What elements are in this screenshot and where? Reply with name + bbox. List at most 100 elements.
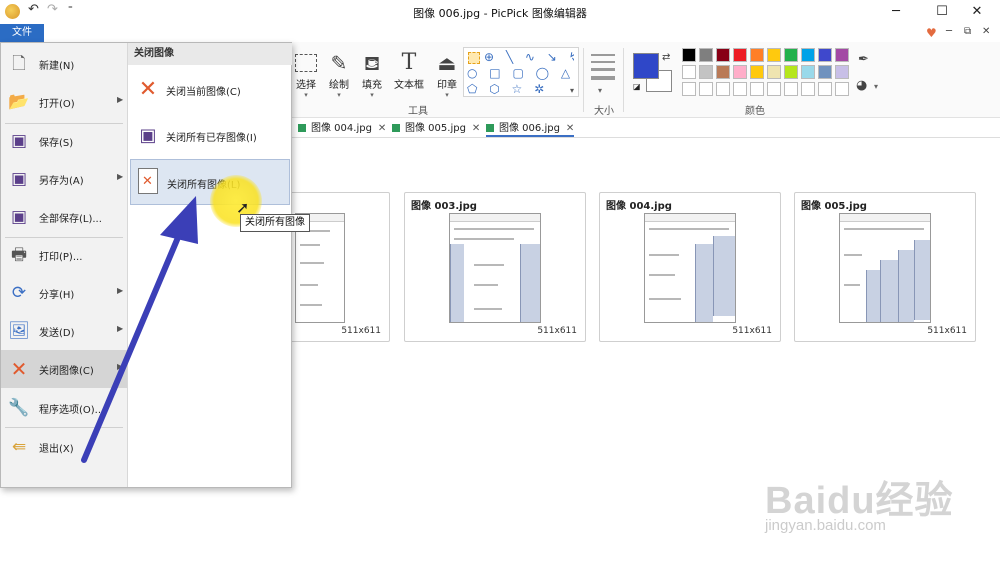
palette-swatch[interactable] <box>699 65 713 79</box>
minimize-doc-icon[interactable]: ─ <box>946 26 952 37</box>
palette-swatch[interactable] <box>801 48 815 62</box>
palette-swatch[interactable] <box>801 65 815 79</box>
menu-item-close-image[interactable]: ✕ 关闭图像(C) ▶ <box>1 350 127 388</box>
palette-swatch[interactable] <box>767 48 781 62</box>
tab-image-006[interactable]: 图像 006.jpg ✕ <box>486 121 575 137</box>
image-tab-icon <box>298 124 306 132</box>
palette-swatch[interactable] <box>835 65 849 79</box>
thumbnail-card[interactable]: 图像 004.jpg 511x611 <box>599 192 781 342</box>
fill-tool-button[interactable]: ⛾ 填充 ▾ <box>353 50 391 99</box>
chevron-down-icon[interactable]: ▾ <box>874 82 878 91</box>
file-menu-tab[interactable]: 文件 <box>0 24 44 42</box>
thumbnail-size: 511x611 <box>537 326 577 336</box>
colors-group-label: 颜色 <box>745 106 765 117</box>
color-wheel-icon[interactable]: ◕ <box>856 78 867 93</box>
menu-item-label: 保存(S) <box>39 138 74 149</box>
palette-swatch[interactable] <box>835 48 849 62</box>
menu-item-open[interactable]: 📂 打开(O) ▶ <box>1 83 127 121</box>
stamp-tool-button[interactable]: ⏏ 印章 ▾ <box>428 50 466 99</box>
menu-item-save-as[interactable]: ▣ 另存为(A) ▶ <box>1 160 127 198</box>
menu-item-save-all[interactable]: ▣ 全部保存(L)... <box>1 198 127 236</box>
primary-color-swatch[interactable] <box>633 53 659 79</box>
palette-swatch[interactable] <box>767 82 781 96</box>
thumbnail-size: 511x611 <box>927 326 967 336</box>
submenu-arrow-icon: ▶ <box>117 324 124 333</box>
menu-item-label: 打印(P)... <box>39 252 83 263</box>
shapes-row-1[interactable]: ⊕ ╲ ∿ ↘ ↯ <box>484 50 574 66</box>
chevron-down-icon[interactable]: ▾ <box>598 86 602 95</box>
swap-colors-icon[interactable]: ⇄ <box>662 52 670 63</box>
palette-swatch[interactable] <box>716 48 730 62</box>
submenu-item-label: 关闭当前图像(C) <box>166 87 241 98</box>
tab-close-icon[interactable]: ✕ <box>378 123 386 134</box>
submenu-item-label: 关闭所有已存图像(I) <box>166 133 257 144</box>
palette-swatch[interactable] <box>682 82 696 96</box>
thumbnail-card[interactable]: 图像 005.jpg 511x611 <box>794 192 976 342</box>
thumbnail-preview <box>644 213 736 323</box>
menu-item-save[interactable]: ▣ 保存(S) <box>1 122 127 160</box>
palette-swatch[interactable] <box>699 82 713 96</box>
palette-swatch[interactable] <box>784 82 798 96</box>
palette-swatch[interactable] <box>733 48 747 62</box>
rect-select-shape-icon[interactable] <box>468 52 480 64</box>
palette-swatch[interactable] <box>699 48 713 62</box>
tab-close-icon[interactable]: ✕ <box>472 123 480 134</box>
restore-doc-icon[interactable]: ⧉ <box>964 26 971 37</box>
submenu-arrow-icon: ▶ <box>117 286 124 295</box>
shape-gallery[interactable]: ⊕ ╲ ∿ ↘ ↯ ○ □ ▢ ◯ △ ◇ ⬠ ⬡ ☆ ✲ <box>463 47 579 97</box>
textbox-tool-button[interactable]: T 文本框 <box>390 50 428 91</box>
heart-icon[interactable]: ♥ <box>926 26 937 40</box>
thumbnail-card[interactable]: 图像 003.jpg 511x611 <box>404 192 586 342</box>
menu-item-share[interactable]: ⟳ 分享(H) ▶ <box>1 274 127 312</box>
textbox-tool-label: 文本框 <box>394 80 424 91</box>
palette-swatch[interactable] <box>750 82 764 96</box>
palette-swatch[interactable] <box>750 65 764 79</box>
palette-swatch[interactable] <box>716 82 730 96</box>
size-group-label: 大小 <box>594 106 614 117</box>
stamp-tool-label: 印章 <box>437 80 457 91</box>
palette-swatch[interactable] <box>733 82 747 96</box>
menu-item-print[interactable]: 🖶 打印(P)... <box>1 236 127 274</box>
palette-swatch[interactable] <box>682 48 696 62</box>
palette-swatch[interactable] <box>818 65 832 79</box>
palette-swatch[interactable] <box>733 65 747 79</box>
menu-item-options[interactable]: 🔧 程序选项(O)... <box>1 389 127 427</box>
tab-image-005[interactable]: 图像 005.jpg ✕ <box>392 121 480 137</box>
tab-image-004[interactable]: 图像 004.jpg ✕ <box>298 121 386 137</box>
palette-swatch[interactable] <box>818 82 832 96</box>
palette-swatch[interactable] <box>835 82 849 96</box>
gallery-expand-icon[interactable]: ▾ <box>570 86 574 95</box>
submenu-title: 关闭图像 <box>128 43 292 65</box>
send-icon: 🖼 <box>8 321 30 341</box>
close-doc-icon[interactable]: ✕ <box>982 26 990 37</box>
line-size-button[interactable] <box>591 54 615 85</box>
shapes-row-3[interactable]: ⬠ ⬡ ☆ ✲ <box>467 82 575 98</box>
menu-item-label: 新建(N) <box>39 61 75 72</box>
menu-item-close-saved[interactable]: ▣ 关闭所有已存图像(I) <box>130 113 290 159</box>
menu-item-label: 退出(X) <box>39 444 74 455</box>
close-window-button[interactable]: ✕ <box>954 2 1000 22</box>
thumbnail-size: 511x611 <box>732 326 772 336</box>
palette-swatch[interactable] <box>750 48 764 62</box>
menu-item-close-current[interactable]: ✕ 关闭当前图像(C) <box>130 67 290 113</box>
palette-swatch[interactable] <box>767 65 781 79</box>
palette-swatch[interactable] <box>784 48 798 62</box>
palette-swatch[interactable] <box>784 65 798 79</box>
file-menu-dropdown: 🗋 新建(N) 📂 打开(O) ▶ ▣ 保存(S) ▣ 另存为(A) ▶ ▣ 全… <box>0 42 292 488</box>
palette-swatch[interactable] <box>818 48 832 62</box>
tab-close-icon[interactable]: ✕ <box>566 123 574 134</box>
eyedropper-icon[interactable]: ✒ <box>858 52 869 67</box>
palette-swatch[interactable] <box>716 65 730 79</box>
menu-item-new[interactable]: 🗋 新建(N) <box>1 45 127 83</box>
palette-swatch[interactable] <box>801 82 815 96</box>
palette-swatch[interactable] <box>682 65 696 79</box>
wrench-icon: 🔧 <box>8 398 30 418</box>
thumbnail-size: 511x611 <box>341 326 381 336</box>
minimize-button[interactable]: ─ <box>873 2 919 22</box>
menu-item-send[interactable]: 🖼 发送(D) ▶ <box>1 312 127 350</box>
thumbnail-name: 图像 005.jpg <box>801 201 867 212</box>
shapes-row-2[interactable]: ○ □ ▢ ◯ △ ◇ <box>467 66 575 82</box>
menu-item-label: 打开(O) <box>39 99 75 110</box>
menu-item-exit[interactable]: ⇚ 退出(X) <box>1 428 127 466</box>
reset-colors-icon[interactable]: ◪ <box>633 82 641 91</box>
